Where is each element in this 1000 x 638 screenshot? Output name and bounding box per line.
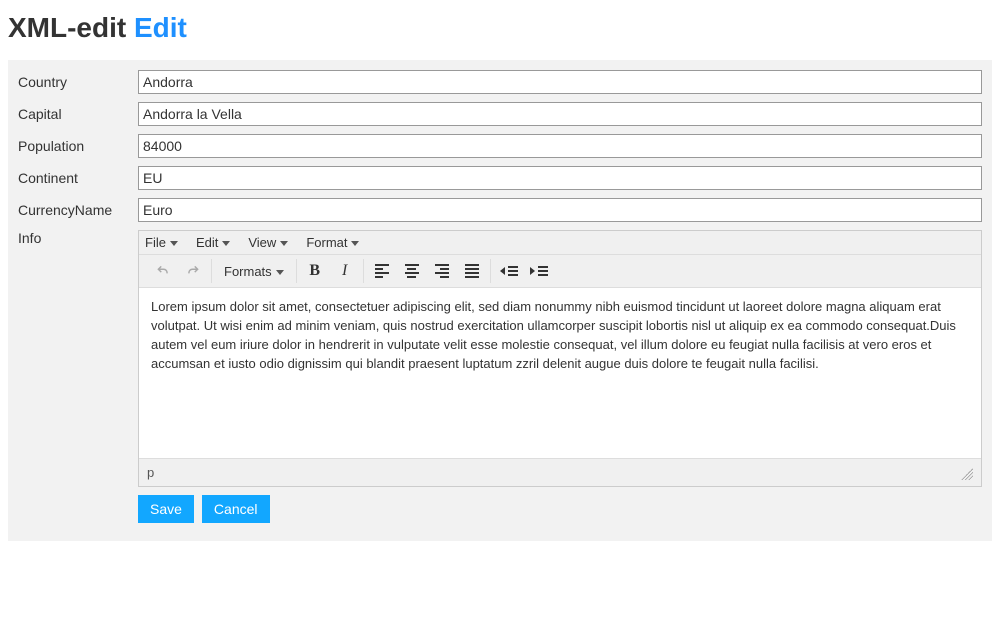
row-population: Population bbox=[18, 134, 982, 158]
label-continent: Continent bbox=[18, 170, 138, 186]
chevron-down-icon bbox=[170, 241, 178, 246]
page-title: XML-edit Edit bbox=[8, 12, 992, 44]
page-title-main: XML-edit bbox=[8, 12, 126, 43]
row-info: Info File Edit View Format bbox=[18, 230, 982, 523]
align-right-button[interactable] bbox=[430, 259, 454, 283]
continent-input[interactable] bbox=[138, 166, 982, 190]
undo-icon bbox=[156, 264, 170, 278]
rte-statusbar: p bbox=[139, 458, 981, 486]
formats-dropdown[interactable]: Formats bbox=[218, 259, 290, 283]
menu-edit[interactable]: Edit bbox=[196, 235, 230, 250]
align-justify-button[interactable] bbox=[460, 259, 484, 283]
menu-format[interactable]: Format bbox=[306, 235, 359, 250]
country-input[interactable] bbox=[138, 70, 982, 94]
resize-handle[interactable] bbox=[961, 468, 973, 480]
rich-text-editor: File Edit View Format Fo bbox=[138, 230, 982, 487]
chevron-down-icon bbox=[351, 241, 359, 246]
align-center-icon bbox=[405, 264, 419, 278]
population-input[interactable] bbox=[138, 134, 982, 158]
row-continent: Continent bbox=[18, 166, 982, 190]
menu-file[interactable]: File bbox=[145, 235, 178, 250]
row-country: Country bbox=[18, 70, 982, 94]
menu-view[interactable]: View bbox=[248, 235, 288, 250]
align-justify-icon bbox=[465, 264, 479, 278]
italic-button[interactable]: I bbox=[333, 259, 357, 283]
redo-icon bbox=[186, 264, 200, 278]
save-button[interactable]: Save bbox=[138, 495, 194, 523]
label-population: Population bbox=[18, 138, 138, 154]
form-buttons: Save Cancel bbox=[138, 495, 982, 523]
redo-button[interactable] bbox=[181, 259, 205, 283]
label-info: Info bbox=[18, 230, 138, 246]
label-currency-name: CurrencyName bbox=[18, 202, 138, 218]
rte-toolbar: Formats B I bbox=[139, 255, 981, 288]
chevron-down-icon bbox=[276, 270, 284, 275]
label-capital: Capital bbox=[18, 106, 138, 122]
capital-input[interactable] bbox=[138, 102, 982, 126]
currency-name-input[interactable] bbox=[138, 198, 982, 222]
outdent-icon bbox=[500, 266, 518, 276]
indent-icon bbox=[530, 266, 548, 276]
row-currency-name: CurrencyName bbox=[18, 198, 982, 222]
align-center-button[interactable] bbox=[400, 259, 424, 283]
indent-button[interactable] bbox=[527, 259, 551, 283]
cancel-button[interactable]: Cancel bbox=[202, 495, 270, 523]
page-title-accent: Edit bbox=[134, 12, 187, 43]
chevron-down-icon bbox=[280, 241, 288, 246]
undo-button[interactable] bbox=[151, 259, 175, 283]
align-right-icon bbox=[435, 264, 449, 278]
rte-menubar: File Edit View Format bbox=[139, 231, 981, 255]
bold-button[interactable]: B bbox=[303, 259, 327, 283]
chevron-down-icon bbox=[222, 241, 230, 246]
row-capital: Capital bbox=[18, 102, 982, 126]
outdent-button[interactable] bbox=[497, 259, 521, 283]
align-left-icon bbox=[375, 264, 389, 278]
rte-element-path[interactable]: p bbox=[147, 465, 154, 480]
align-left-button[interactable] bbox=[370, 259, 394, 283]
label-country: Country bbox=[18, 74, 138, 90]
form-panel: Country Capital Population Continent Cur… bbox=[8, 60, 992, 541]
rte-content-area[interactable]: Lorem ipsum dolor sit amet, consectetuer… bbox=[139, 288, 981, 458]
